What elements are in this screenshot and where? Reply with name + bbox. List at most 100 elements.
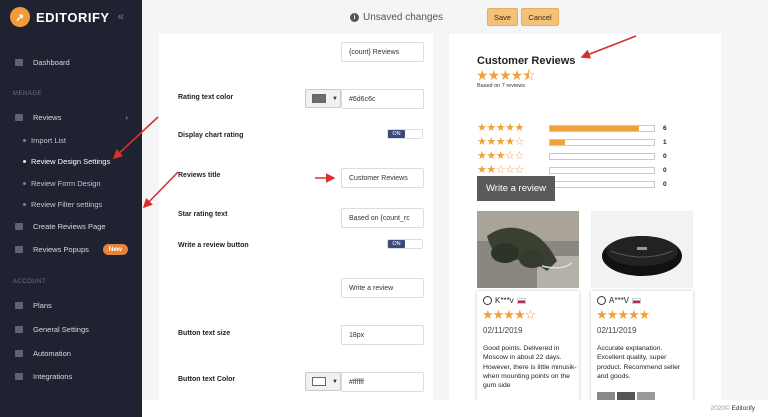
- review-text: Good points. Delivered in Moscow in abou…: [483, 345, 577, 390]
- rocket-icon: ➚: [10, 7, 30, 27]
- unsaved-text: Unsaved changes: [363, 12, 444, 23]
- sidebar-item-general-settings[interactable]: General Settings: [0, 323, 142, 335]
- button-text-color-label: Button text Color: [178, 376, 236, 383]
- review-text: Accurate explanation. Excellent quality,…: [597, 345, 681, 380]
- bullet-icon: [23, 138, 26, 142]
- review-thumbnail[interactable]: [637, 392, 655, 400]
- distribution-stars: ★★★★☆: [477, 136, 524, 148]
- footer-text: 2020© Editorify: [710, 405, 755, 412]
- avatar-icon: [597, 296, 606, 305]
- distribution-stars: ★★☆☆☆: [477, 164, 524, 176]
- button-text-size-input[interactable]: 18px: [341, 325, 424, 345]
- flag-ru-icon: [516, 297, 526, 304]
- rating-text-color-picker[interactable]: ▼: [305, 89, 341, 108]
- sidebar-item-label: Create Reviews Page: [33, 221, 106, 231]
- section-label-account: ACCOUNT: [13, 279, 47, 285]
- sidebar-item-review-form-design[interactable]: Review Form Design: [0, 177, 142, 189]
- sidebar: ➚ EDITORIFY « Dashboard MENAGE Reviews ›…: [0, 0, 142, 417]
- sidebar-item-label: Import List: [31, 135, 67, 145]
- sidebar-item-label: General Settings: [33, 324, 89, 334]
- rating-text-color-label: Rating text color: [178, 94, 234, 101]
- caret-down-icon: ▼: [332, 378, 338, 385]
- distribution-count: 1: [663, 139, 667, 146]
- settings-panel: {count} Reviews Rating text color ▼ #6d6…: [159, 34, 433, 400]
- distribution-bar: [549, 181, 655, 188]
- distribution-count: 0: [663, 153, 667, 160]
- sidebar-item-reviews-popups[interactable]: Reviews Popups New: [0, 243, 142, 255]
- write-review-button-toggle[interactable]: ON: [387, 239, 423, 249]
- sidebar-item-label: Review Form Design: [31, 178, 101, 188]
- bullet-icon: [23, 159, 26, 163]
- distribution-bar: [549, 167, 655, 174]
- button-text-color-input[interactable]: #ffffff: [341, 372, 424, 392]
- sidebar-item-reviews[interactable]: Reviews ›: [0, 111, 142, 123]
- page-icon: [15, 222, 23, 230]
- chevron-right-icon: ›: [125, 112, 128, 122]
- plans-icon: [15, 301, 23, 309]
- section-label-manage: MENAGE: [13, 91, 43, 97]
- star-rating-text-input[interactable]: Based on {count_rc: [341, 208, 424, 228]
- reviews-title-label: Reviews title: [178, 172, 221, 179]
- reviews-title-input[interactable]: Customer Reviews: [341, 168, 424, 188]
- sidebar-item-review-design-settings[interactable]: Review Design Settings: [0, 155, 142, 167]
- distribution-bar: [549, 139, 655, 146]
- footer-brand: Editorify: [731, 405, 755, 412]
- color-swatch: [312, 94, 326, 103]
- write-review-button[interactable]: Write a review: [477, 176, 555, 201]
- distribution-bar: [549, 125, 655, 132]
- display-chart-rating-toggle[interactable]: ON: [387, 129, 423, 139]
- dashboard-icon: [15, 58, 23, 66]
- sidebar-item-automation[interactable]: Automation: [0, 347, 142, 359]
- settings-icon: [15, 325, 23, 333]
- based-on-text: Based on 7 reviews: [477, 83, 525, 89]
- review-photo-1[interactable]: [477, 211, 579, 288]
- reviews-icon: [15, 113, 23, 121]
- save-button[interactable]: Save: [487, 8, 518, 26]
- sidebar-item-review-filter-settings[interactable]: Review Filter settings: [0, 198, 142, 210]
- sidebar-item-label: Automation: [33, 348, 71, 358]
- flag-ru-icon: [632, 297, 642, 304]
- sidebar-item-integrations[interactable]: Integrations: [0, 370, 142, 382]
- write-review-text-input[interactable]: Write a review: [341, 278, 424, 298]
- bullet-icon: [23, 202, 26, 206]
- review-photo-2[interactable]: [591, 211, 693, 288]
- button-text-color-picker[interactable]: ▼: [305, 372, 341, 391]
- footer-year: 2020©: [710, 405, 730, 412]
- top-bar: i Unsaved changes Save Cancel: [142, 0, 768, 34]
- review-thumbnail[interactable]: [617, 392, 635, 400]
- sidebar-item-import-list[interactable]: Import List: [0, 134, 142, 146]
- sidebar-item-label: Reviews Popups: [33, 244, 89, 254]
- display-chart-rating-label: Display chart rating: [178, 132, 244, 139]
- toggle-on-label: ON: [388, 130, 405, 138]
- distribution-bar: [549, 153, 655, 160]
- distribution-count: 6: [663, 125, 667, 132]
- automation-icon: [15, 349, 23, 357]
- reviewer: K***v: [483, 296, 526, 305]
- rating-text-color-input[interactable]: #6d6c6c: [341, 89, 424, 109]
- review-stars: ★★★★☆: [482, 307, 536, 322]
- distribution-stars: ★★★★★: [477, 122, 524, 134]
- reviewer-name: A***V: [609, 296, 630, 305]
- reviews-count-text-input[interactable]: {count} Reviews: [341, 42, 424, 62]
- review-thumbnail[interactable]: [597, 392, 615, 400]
- sidebar-item-label: Reviews: [33, 112, 62, 122]
- sidebar-item-label: Dashboard: [33, 57, 70, 67]
- review-date: 02/11/2019: [483, 326, 523, 335]
- popup-icon: [15, 245, 23, 253]
- sidebar-item-create-reviews-page[interactable]: Create Reviews Page: [0, 220, 142, 232]
- cancel-button[interactable]: Cancel: [521, 8, 559, 26]
- chevron-double-left-icon[interactable]: «: [118, 11, 124, 23]
- sidebar-item-plans[interactable]: Plans: [0, 299, 142, 311]
- distribution-bar-fill: [550, 126, 640, 131]
- distribution-count: 0: [663, 181, 667, 188]
- footer: 2020© Editorify: [142, 400, 768, 417]
- bullet-icon: [23, 181, 26, 185]
- brand: ➚ EDITORIFY «: [0, 0, 142, 34]
- star-rating-text-label: Star rating text: [178, 211, 228, 218]
- reviewer-name: K***v: [495, 296, 514, 305]
- integrations-icon: [15, 372, 23, 380]
- unsaved-status: i Unsaved changes: [350, 12, 443, 23]
- sidebar-item-label: Review Filter settings: [31, 199, 103, 209]
- review-card: A***V ★★★★★ 02/11/2019 Accurate explanat…: [591, 291, 693, 400]
- sidebar-item-dashboard[interactable]: Dashboard: [0, 56, 142, 68]
